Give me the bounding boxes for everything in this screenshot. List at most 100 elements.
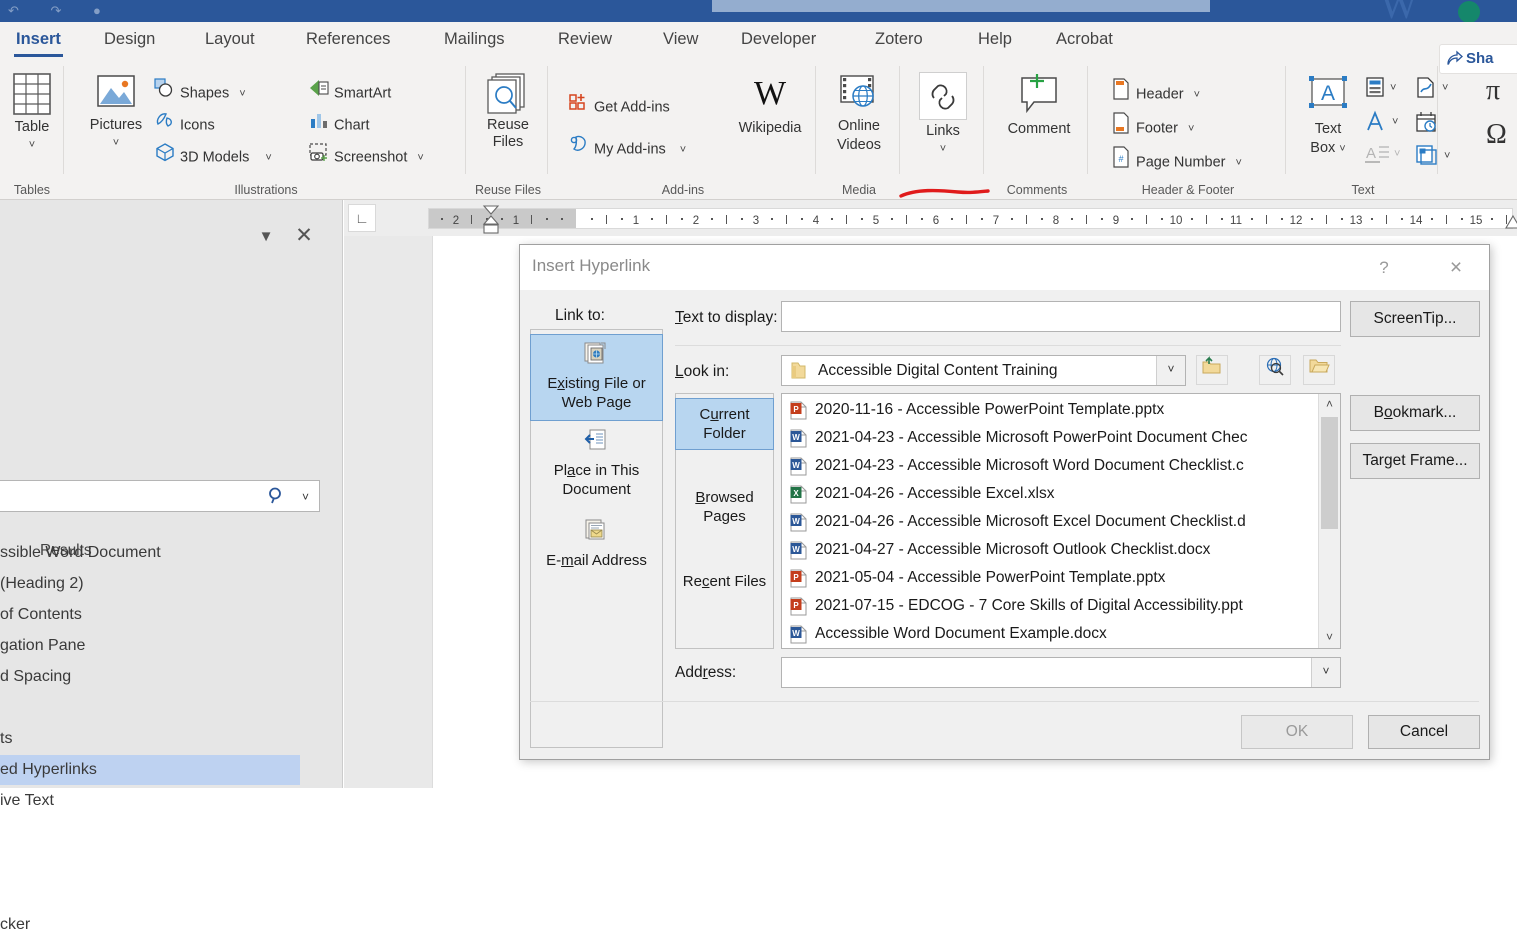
symbol-icon[interactable]: Ω	[1486, 120, 1507, 150]
tab-mailings[interactable]: Mailings	[438, 26, 511, 56]
screenshot-button[interactable]: Screenshot ˅	[308, 142, 424, 172]
chevron-down-icon[interactable]: ˅	[1442, 82, 1448, 94]
ok-button[interactable]: OK	[1241, 715, 1353, 749]
wordart-button[interactable]	[1364, 110, 1388, 139]
chevron-down-icon[interactable]: ˅	[29, 139, 35, 151]
address-input[interactable]: ˅	[781, 657, 1341, 688]
chevron-down-icon[interactable]: ˅	[1156, 356, 1185, 385]
pane-options-chevron-icon[interactable]: ▼	[253, 224, 279, 250]
file-list-item[interactable]: W 2021-04-27 - Accessible Microsoft Outl…	[782, 536, 1318, 564]
search-icon[interactable]	[267, 486, 285, 506]
tab-layout[interactable]: Layout	[199, 26, 261, 56]
nav-result-item[interactable]: ive Text	[0, 786, 300, 816]
tab-stop-selector[interactable]: ∟	[348, 204, 376, 232]
scroll-up-icon[interactable]: ˄	[1319, 394, 1340, 415]
search-input[interactable]: ˅	[0, 480, 320, 512]
tab-insert[interactable]: Insert	[10, 26, 67, 57]
bookmark-button[interactable]: Bookmark...	[1350, 395, 1480, 431]
link-to-existing-file-or-web-page[interactable]: Existing File or Web Page	[530, 334, 663, 421]
chevron-down-icon[interactable]: ˅	[1311, 658, 1340, 687]
file-list-item[interactable]: W 2021-04-23 - Accessible Microsoft Word…	[782, 452, 1318, 480]
cancel-button[interactable]: Cancel	[1368, 715, 1480, 749]
signature-line-button[interactable]	[1414, 76, 1438, 105]
tab-zotero[interactable]: Zotero	[869, 26, 929, 56]
tab-acrobat[interactable]: Acrobat	[1050, 26, 1119, 56]
chevron-down-icon[interactable]: ˅	[1188, 114, 1194, 144]
nav-result-item[interactable]: ssible Word Document	[0, 538, 300, 568]
scrollbar-thumb[interactable]	[1321, 417, 1338, 529]
chevron-down-icon[interactable]: ˅	[940, 143, 946, 155]
file-list-item[interactable]: P 2021-07-15 - EDCOG - 7 Core Skills of …	[782, 592, 1318, 620]
icons-button[interactable]: Icons	[154, 110, 215, 140]
links-button[interactable]: Links ˅	[911, 72, 975, 157]
indent-markers[interactable]	[482, 204, 502, 236]
get-addins-button[interactable]: Get Add-ins	[568, 92, 670, 122]
browse-for-file-button[interactable]	[1303, 355, 1335, 385]
date-time-button[interactable]	[1414, 110, 1438, 139]
chevron-down-icon[interactable]: ˅	[1390, 82, 1396, 94]
help-icon[interactable]: ?	[1371, 255, 1397, 281]
close-icon[interactable]: ×	[1441, 253, 1471, 283]
close-icon[interactable]: ✕	[290, 222, 318, 250]
screentip-button[interactable]: ScreenTip...	[1350, 301, 1480, 337]
account-avatar[interactable]	[1455, 0, 1483, 22]
nav-result-item[interactable]: (Heading 2)	[0, 569, 300, 599]
target-frame-button[interactable]: Target Frame...	[1350, 443, 1480, 479]
footer-button[interactable]: Footer ˅	[1110, 112, 1194, 142]
look-in-combobox[interactable]: Accessible Digital Content Training ˅	[781, 355, 1186, 386]
nav-result-item[interactable]: of Contents	[0, 600, 300, 630]
file-list-item[interactable]: W Accessible Word Document Example.docx	[782, 620, 1318, 648]
file-list-item[interactable]: W 2021-04-23 - Accessible Microsoft Powe…	[782, 424, 1318, 452]
file-list-item[interactable]: P 2020-11-16 - Accessible PowerPoint Tem…	[782, 396, 1318, 424]
pictures-button[interactable]: Pictures ˅	[84, 72, 148, 151]
place-current-folder[interactable]: Current Folder	[675, 398, 774, 450]
horizontal-ruler[interactable]: 2 1 1 2 3 4 5 6 7 8 9 10 11 12 13 14 15 …	[428, 208, 1513, 229]
chevron-down-icon[interactable]: ˅	[417, 143, 423, 173]
chevron-down-icon[interactable]: ˅	[1339, 140, 1345, 159]
chevron-down-icon[interactable]: ˅	[1194, 80, 1200, 110]
search-options-chevron-icon[interactable]: ˅	[302, 490, 309, 504]
wikipedia-button[interactable]: W Wikipedia	[730, 74, 810, 136]
right-indent-marker[interactable]	[1504, 214, 1517, 232]
object-button[interactable]	[1414, 144, 1438, 171]
3d-models-button[interactable]: 3D Models ˅	[154, 142, 272, 172]
place-recent-files[interactable]: Recent Files	[676, 566, 773, 597]
scroll-down-icon[interactable]: ˅	[1319, 627, 1340, 648]
my-addins-button[interactable]: My Add-ins ˅	[568, 134, 686, 164]
text-to-display-input[interactable]	[781, 301, 1341, 332]
place-browsed-pages[interactable]: Browsed Pages	[676, 482, 773, 532]
chevron-down-icon[interactable]: ˅	[239, 79, 245, 109]
tab-design[interactable]: Design	[98, 26, 161, 56]
file-list-item[interactable]: P 2021-05-04 - Accessible PowerPoint Tem…	[782, 564, 1318, 592]
online-videos-button[interactable]: Online Videos	[827, 72, 891, 155]
quick-access-toolbar[interactable]: ↶ ↷ ●	[8, 0, 115, 22]
tab-help[interactable]: Help	[972, 26, 1018, 56]
dialog-title-bar[interactable]: Insert Hyperlink ? ×	[520, 245, 1489, 290]
nav-result-item[interactable]: gation Pane	[0, 631, 300, 661]
header-button[interactable]: Header ˅	[1110, 78, 1200, 108]
tab-developer[interactable]: Developer	[735, 26, 822, 56]
shapes-button[interactable]: Shapes ˅	[154, 78, 246, 108]
nav-result-item[interactable]: cker	[0, 910, 300, 940]
chevron-down-icon[interactable]: ˅	[265, 143, 271, 173]
file-list[interactable]: P 2020-11-16 - Accessible PowerPoint Tem…	[781, 393, 1341, 649]
text-box-button[interactable]: A Text Box ˅	[1296, 74, 1360, 159]
chart-button[interactable]: Chart	[308, 110, 370, 140]
nav-result-item-selected[interactable]: ed Hyperlinks	[0, 755, 300, 785]
chevron-down-icon[interactable]: ˅	[1444, 150, 1450, 162]
browse-the-web-button[interactable]	[1259, 355, 1291, 385]
smartart-button[interactable]: SmartArt	[308, 78, 391, 108]
link-to-email-address[interactable]: E-mail Address	[531, 512, 662, 578]
chevron-down-icon[interactable]: ˅	[680, 135, 686, 165]
table-button[interactable]: Table ˅	[0, 72, 64, 153]
file-list-item[interactable]: X 2021-04-26 - Accessible Excel.xlsx	[782, 480, 1318, 508]
tab-review[interactable]: Review	[552, 26, 618, 56]
quick-parts-button[interactable]	[1364, 76, 1386, 103]
up-one-folder-button[interactable]	[1196, 355, 1228, 385]
nav-result-item[interactable]: d Spacing	[0, 662, 300, 692]
link-to-place-in-this-document[interactable]: Place in This Document	[531, 422, 662, 507]
tab-view[interactable]: View	[657, 26, 704, 56]
chevron-down-icon[interactable]: ˅	[113, 137, 119, 149]
page-number-button[interactable]: # Page Number ˅	[1110, 146, 1242, 176]
equation-icon[interactable]: π	[1486, 76, 1500, 106]
